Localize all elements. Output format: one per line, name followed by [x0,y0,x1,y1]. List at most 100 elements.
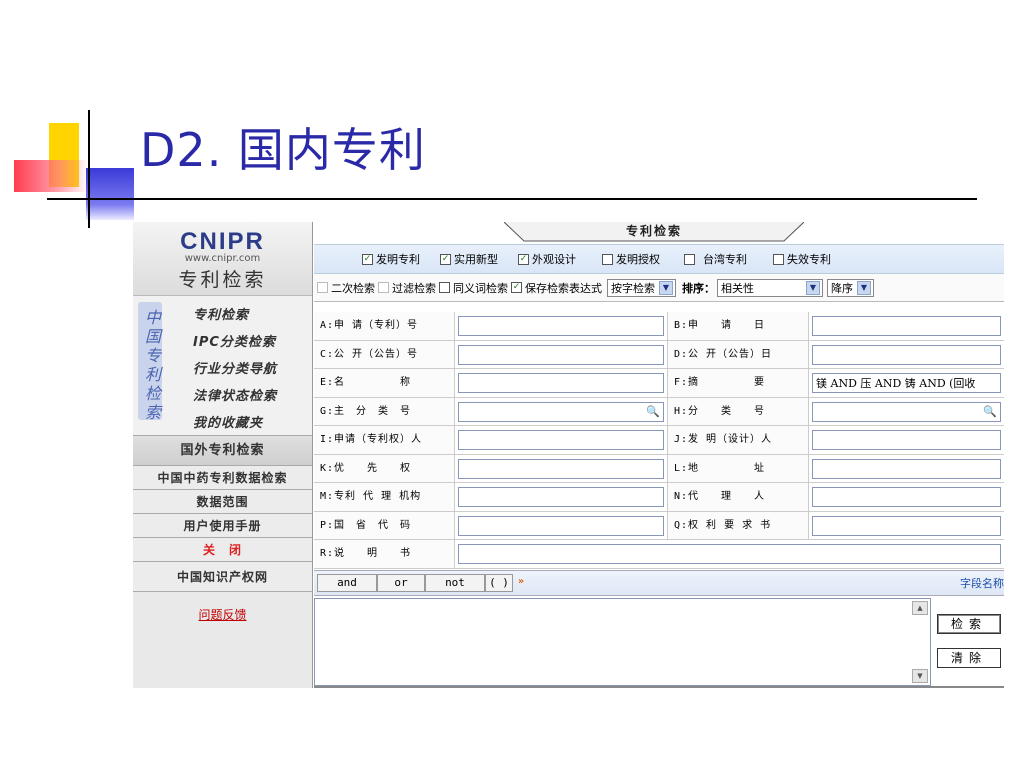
type-utility-model[interactable]: ✓ 实用新型 [440,251,498,267]
option-label: 同义词检索 [453,281,508,295]
order-select[interactable]: 降序 ▼ [827,278,874,297]
type-invention-grant[interactable]: 发明授权 [602,251,660,267]
class-input[interactable] [812,401,1001,422]
checkbox-icon[interactable] [317,282,328,293]
scroll-up-icon[interactable]: ▲ [912,601,928,615]
type-invalid[interactable]: 失效专利 [773,251,831,267]
decor-blue-square [86,168,134,220]
cn-menu-list: 专利检索 IPC分类检索 行业分类导航 法律状态检索 我的收藏夹 [173,302,311,437]
op-or-button[interactable]: or [377,574,425,592]
description-input[interactable] [458,544,1001,564]
expression-textarea[interactable]: ▲ ▼ [314,598,931,686]
inventor-input[interactable] [812,430,1001,450]
type-taiwan[interactable]: 台湾专利 [684,251,747,267]
patent-type-row: ✓ 发明专利 ✓ 实用新型 ✓ 外观设计 发明授权 台湾专利 失效专利 [314,244,1004,274]
sort-select[interactable]: 相关性 ▼ [717,278,823,297]
checkbox-icon[interactable]: ✓ [518,253,529,265]
field-label: C:公 开（公告）号 [314,340,455,368]
checkbox-icon[interactable] [378,282,389,293]
tab-patent-search[interactable]: 专利检索 [504,222,804,242]
address-input[interactable] [812,458,1001,479]
agent-input[interactable] [812,487,1001,507]
menu-item-legal-status[interactable]: 法律状态检索 [173,383,311,410]
tcm-patent-db-link[interactable]: 中国中药专利数据检索 [133,466,312,490]
checkbox-icon[interactable] [684,253,695,265]
checkbox-icon[interactable] [439,282,450,293]
field-label: B:申 请 日 [668,312,809,340]
op-and-button[interactable]: and [317,574,377,592]
user-manual-link[interactable]: 用户使用手册 [133,514,312,538]
publication-number-input[interactable] [458,344,664,365]
field-label: A:申 请（专利）号 [314,312,455,340]
feedback-link[interactable]: 问题反馈 [198,608,246,622]
field-row: K:优 先 权 L:地 址 [314,454,1004,483]
vertical-char: 专 [144,346,161,365]
vertical-char: 国 [144,327,161,346]
field-input-wrap [455,312,668,340]
option-secondary-search[interactable]: 二次检索 [317,280,375,296]
cn-ip-site-link[interactable]: 中国知识产权网 [133,562,312,592]
sort-label: 排序： [682,281,715,295]
field-label: L:地 址 [668,454,809,482]
decor-vertical-line [88,110,90,228]
publication-date-input[interactable] [812,344,1001,365]
field-label: H:分 类 号 [668,397,809,425]
menu-item-patent-search[interactable]: 专利检索 [173,302,311,329]
option-save-expression[interactable]: ✓ 保存检索表达式 [511,280,602,296]
menu-item-industry-nav[interactable]: 行业分类导航 [173,356,311,383]
search-mode-select[interactable]: 按字检索 ▼ [607,278,676,297]
agency-input[interactable] [458,487,664,507]
more-ops-icon[interactable]: » [513,574,529,592]
clear-button[interactable]: 清除 [937,648,1001,668]
checkbox-icon[interactable]: ✓ [511,282,522,293]
type-design[interactable]: ✓ 外观设计 [518,251,576,267]
province-code-input[interactable] [458,515,664,536]
priority-input[interactable] [458,458,664,479]
checkbox-icon[interactable]: ✓ [440,253,451,265]
op-paren-button[interactable]: ( ) [485,574,513,592]
close-link[interactable]: 关 闭 [133,538,312,562]
field-label: K:优 先 权 [314,454,455,482]
select-value: 降序 [831,281,853,295]
select-value: 按字检索 [611,281,655,295]
scroll-down-icon[interactable]: ▼ [912,669,928,683]
option-label: 二次检索 [331,281,375,295]
field-names-link[interactable]: 字段名称 [960,575,1004,591]
search-icon[interactable]: 🔍 [980,403,1000,421]
abstract-input[interactable]: 镁 AND 压 AND 铸 AND (回收 [812,373,1001,393]
title-input[interactable] [458,373,664,393]
logo: CNIPR www.cnipr.com 专利检索 [133,222,312,296]
foreign-patent-search-link[interactable]: 国外专利检索 [133,436,312,466]
field-label: M:专利 代 理 机构 [314,483,455,511]
menu-item-favorites[interactable]: 我的收藏夹 [173,410,311,437]
option-synonym-search[interactable]: 同义词检索 [439,280,508,296]
field-row: C:公 开（公告）号 D:公 开（公告）日 [314,340,1004,369]
field-label: G:主 分 类 号 [314,397,455,425]
field-label: F:摘 要 [668,369,809,397]
field-label: Q:权 利 要 求 书 [668,511,809,539]
checkbox-icon[interactable] [773,253,784,265]
field-input-wrap [455,540,1004,568]
field-input-wrap [809,483,1004,511]
search-icon[interactable]: 🔍 [643,403,663,421]
type-invention[interactable]: ✓ 发明专利 [362,251,420,267]
applicant-input[interactable] [458,430,664,450]
search-fields: A:申 请（专利）号 B:申 请 日 C:公 开（公告）号 D:公 开（公告）日… [314,312,1004,569]
op-not-button[interactable]: not [425,574,485,592]
application-date-input[interactable] [812,316,1001,336]
claims-input[interactable] [812,515,1001,536]
options-row: 二次检索 过滤检索 同义词检索 ✓ 保存检索表达式 按字检索 ▼ 排序： 相关性 ▼ … [314,274,1004,302]
application-number-input[interactable] [458,316,664,336]
main-class-input[interactable] [458,401,664,422]
menu-item-ipc-search[interactable]: IPC分类检索 [173,329,311,356]
checkbox-icon[interactable]: ✓ [362,253,373,265]
field-row: A:申 请（专利）号 B:申 请 日 [314,312,1004,341]
data-scope-link[interactable]: 数据范围 [133,490,312,514]
option-filter-search[interactable]: 过滤检索 [378,280,436,296]
vertical-char: 检 [144,384,161,403]
search-button[interactable]: 检索 [937,614,1001,634]
chevron-down-icon: ▼ [806,280,820,295]
field-label: N:代 理 人 [668,483,809,511]
checkbox-icon[interactable] [602,253,613,265]
field-label: J:发 明（设计）人 [668,426,809,454]
